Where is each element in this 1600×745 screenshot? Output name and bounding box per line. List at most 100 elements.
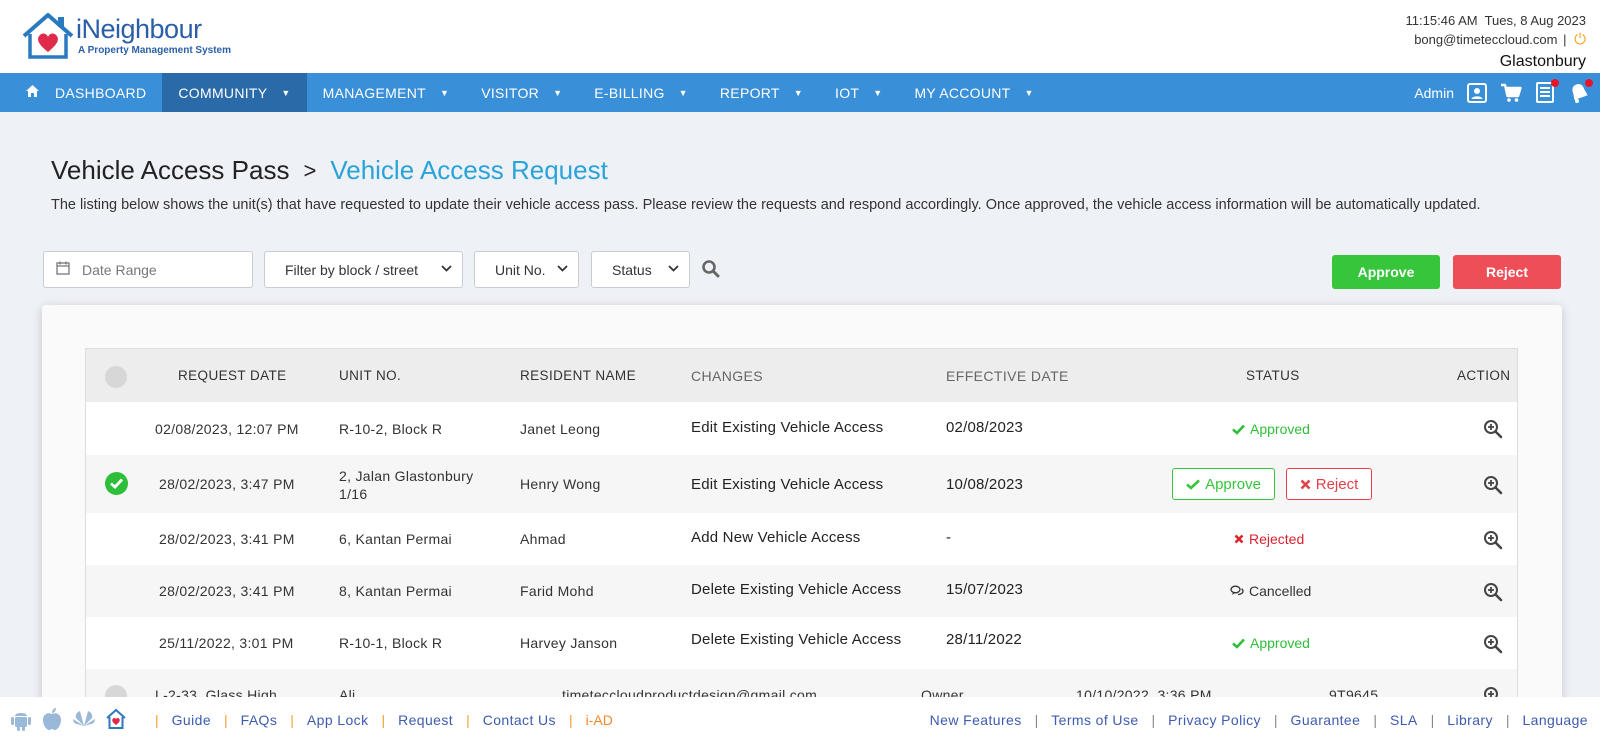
- x-icon: [1300, 479, 1311, 489]
- app-footer: | Guide | FAQs | App Lock | Request | Co…: [0, 697, 1600, 745]
- row-reject-label: Reject: [1315, 475, 1359, 493]
- android-icon[interactable]: [10, 707, 32, 731]
- select-all-checkbox[interactable]: [105, 366, 127, 388]
- caret-down-icon: ▼: [793, 87, 803, 98]
- col-changes[interactable]: CHANGES: [691, 368, 763, 384]
- col-request-date[interactable]: REQUEST DATE: [178, 368, 287, 383]
- table-row[interactable]: 28/02/2023, 3:47 PM 2, Jalan Glastonbury…: [86, 455, 1517, 513]
- nav-e-billing[interactable]: E-BILLING ▼: [578, 73, 704, 112]
- table-row[interactable]: 28/02/2023, 3:41 PM 6, Kantan Permai Ahm…: [86, 513, 1517, 565]
- apple-icon[interactable]: [41, 707, 63, 731]
- row-reject-button[interactable]: Reject: [1286, 468, 1372, 500]
- nav-management[interactable]: MANAGEMENT ▼: [307, 73, 466, 112]
- footer-link-faqs[interactable]: FAQs: [241, 712, 278, 728]
- block-filter-select[interactable]: Filter by block / street: [264, 251, 463, 288]
- breadcrumb: Vehicle Access Pass > Vehicle Access Req…: [51, 155, 608, 186]
- zoom-view-icon[interactable]: [1483, 634, 1503, 654]
- footer-links-right: New Features | Terms of Use | Privacy Po…: [930, 712, 1588, 728]
- col-resident-name[interactable]: RESIDENT NAME: [520, 368, 636, 383]
- user-email: bong@timeteccloud.com: [1414, 32, 1558, 47]
- footer-link-app-lock[interactable]: App Lock: [307, 712, 369, 728]
- search-icon[interactable]: [701, 259, 723, 281]
- huawei-icon[interactable]: [72, 708, 96, 730]
- col-unit-no[interactable]: UNIT NO.: [339, 368, 401, 383]
- nav-iot[interactable]: IOT ▼: [819, 73, 898, 112]
- email-separator: |: [1563, 32, 1567, 47]
- main-nav: DASHBOARD COMMUNITY ▼ MANAGEMENT ▼ VISIT…: [0, 73, 1600, 112]
- power-icon[interactable]: ⏻: [1574, 31, 1586, 48]
- nav-dashboard[interactable]: DASHBOARD: [0, 73, 162, 112]
- zoom-view-icon[interactable]: [1483, 530, 1503, 550]
- footer-link-sla[interactable]: SLA: [1390, 712, 1418, 728]
- zoom-view-icon[interactable]: [1483, 475, 1503, 495]
- footer-link-request[interactable]: Request: [398, 712, 453, 728]
- app-store-icons: [10, 707, 127, 731]
- check-icon: [1232, 424, 1245, 435]
- unit-filter-select[interactable]: Unit No.: [474, 251, 579, 288]
- request-date: 28/02/2023, 3:41 PM: [159, 583, 295, 599]
- caret-down-icon: ▼: [553, 87, 563, 98]
- status-text: Approved: [1250, 421, 1310, 437]
- nav-my-account[interactable]: MY ACCOUNT ▼: [898, 73, 1049, 112]
- zoom-view-icon[interactable]: [1483, 419, 1503, 439]
- check-icon: [1186, 479, 1200, 490]
- footer-link-terms[interactable]: Terms of Use: [1051, 712, 1138, 728]
- admin-label[interactable]: Admin: [1414, 85, 1454, 101]
- nav-visitor[interactable]: VISITOR ▼: [465, 73, 578, 112]
- nav-label: IOT: [835, 84, 860, 101]
- cart-icon[interactable]: [1500, 82, 1522, 104]
- footer-link-new-features[interactable]: New Features: [930, 712, 1022, 728]
- unit-no: R-10-2, Block R: [339, 421, 443, 437]
- footer-link-library[interactable]: Library: [1447, 712, 1493, 728]
- calendar-icon: [56, 261, 70, 278]
- footer-separator: |: [224, 712, 228, 728]
- footer-link-language[interactable]: Language: [1523, 712, 1589, 728]
- table-row[interactable]: 02/08/2023, 12:07 PM R-10-2, Block R Jan…: [86, 402, 1517, 455]
- bell-notification-icon[interactable]: [1568, 78, 1593, 104]
- request-date: 28/02/2023, 3:47 PM: [159, 476, 295, 492]
- effective-date: 15/07/2023: [946, 581, 1024, 598]
- col-effective-date[interactable]: EFFECTIVE DATE: [946, 368, 1069, 384]
- footer-link-privacy[interactable]: Privacy Policy: [1168, 712, 1261, 728]
- nav-label: REPORT: [719, 84, 780, 101]
- ineighbour-home-icon[interactable]: [105, 708, 127, 730]
- zoom-view-icon[interactable]: [1483, 582, 1503, 602]
- approve-button[interactable]: Approve: [1332, 255, 1440, 289]
- breadcrumb-parent[interactable]: Vehicle Access Pass: [51, 155, 289, 186]
- request-date: 28/02/2023, 3:41 PM: [159, 531, 295, 547]
- unit-no-line2: 1/16: [339, 486, 368, 502]
- date-range-input[interactable]: Date Range: [43, 251, 253, 288]
- caret-down-icon: ▼: [439, 87, 450, 98]
- status-badge: Approved: [1232, 635, 1310, 651]
- app-logo[interactable]: iNeighbour A Property Management System: [20, 12, 240, 62]
- status-badge: Cancelled: [1230, 583, 1311, 599]
- current-datetime: 11:15:46 AM Tues, 8 Aug 2023: [1405, 13, 1586, 28]
- footer-separator: |: [466, 712, 470, 728]
- nav-label: MANAGEMENT: [322, 84, 426, 101]
- changes: Delete Existing Vehicle Access: [691, 581, 902, 598]
- footer-link-guide[interactable]: Guide: [172, 712, 211, 728]
- notes-icon[interactable]: [1534, 78, 1559, 104]
- requests-table: REQUEST DATE UNIT NO. RESIDENT NAME CHAN…: [85, 348, 1518, 745]
- footer-link-guarantee[interactable]: Guarantee: [1291, 712, 1361, 728]
- footer-separator: |: [1273, 712, 1278, 728]
- resident-name: Henry Wong: [520, 476, 601, 492]
- profile-icon[interactable]: [1466, 82, 1488, 104]
- status-filter-select[interactable]: Status: [591, 251, 690, 288]
- resident-name: Farid Mohd: [520, 583, 594, 599]
- col-status[interactable]: STATUS: [1246, 368, 1300, 383]
- house-heart-logo-icon: [22, 13, 74, 59]
- footer-separator: |: [381, 712, 386, 728]
- comments-icon: [1230, 585, 1244, 596]
- table-row[interactable]: 28/02/2023, 3:41 PM 8, Kantan Permai Far…: [86, 565, 1517, 617]
- reject-button[interactable]: Reject: [1453, 255, 1561, 289]
- row-selected-checkbox[interactable]: [105, 472, 128, 495]
- caret-down-icon: ▼: [1024, 87, 1034, 98]
- block-filter-value: Filter by block / street: [285, 261, 419, 278]
- footer-link-contact-us[interactable]: Contact Us: [483, 712, 556, 728]
- nav-community[interactable]: COMMUNITY ▼: [162, 73, 307, 112]
- nav-report[interactable]: REPORT ▼: [704, 73, 819, 112]
- row-approve-button[interactable]: Approve: [1172, 468, 1275, 500]
- footer-link-i-ad[interactable]: i-AD: [586, 712, 613, 728]
- table-row[interactable]: 25/11/2022, 3:01 PM R-10-1, Block R Harv…: [86, 617, 1517, 669]
